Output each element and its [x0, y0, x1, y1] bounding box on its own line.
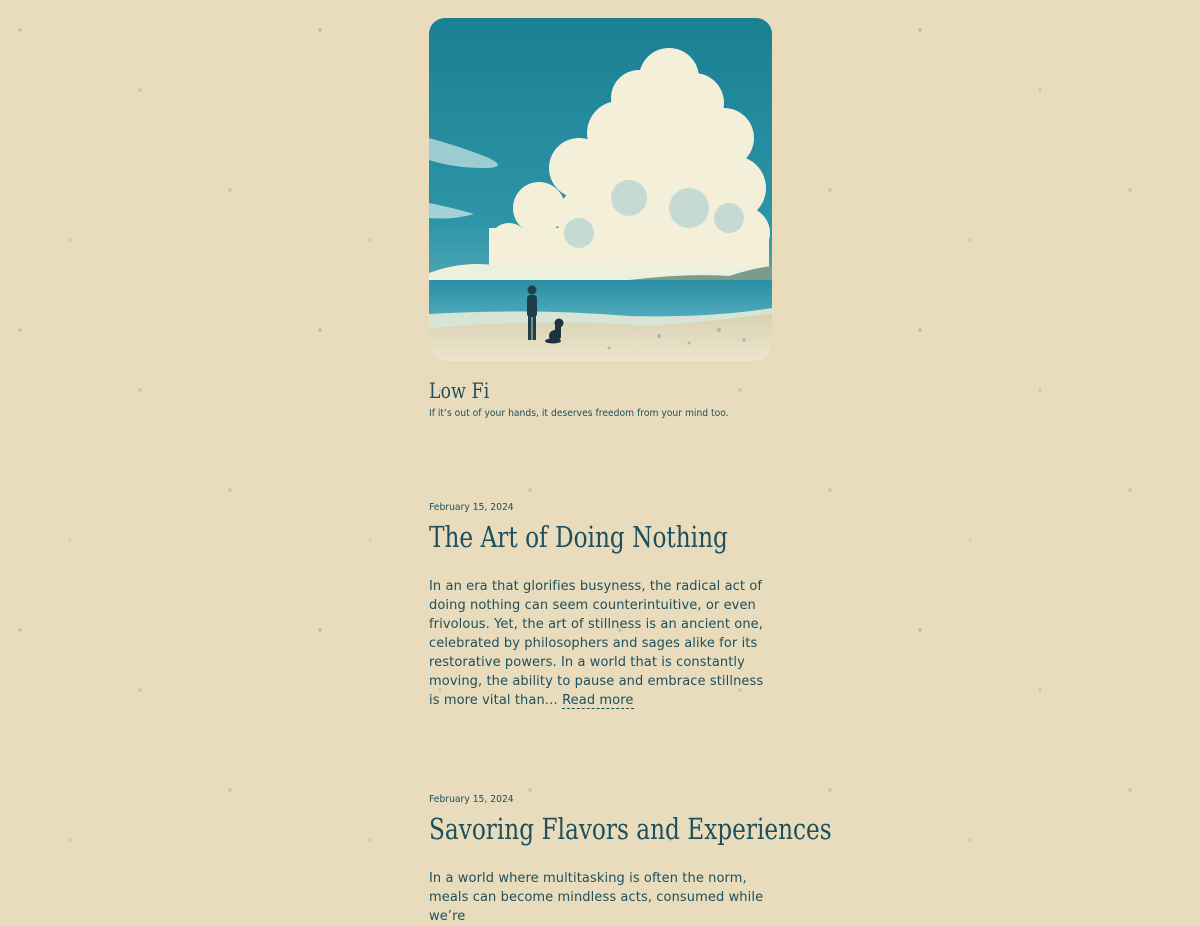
- post-title[interactable]: The Art of Doing Nothing: [429, 520, 728, 554]
- post-excerpt-text: In an era that glorifies busyness, the r…: [429, 579, 764, 708]
- post-date[interactable]: February 15, 2024: [429, 793, 745, 806]
- site-tagline: If it’s out of your hands, it deserves f…: [429, 408, 729, 419]
- post-excerpt: In an era that glorifies busyness, the r…: [429, 577, 772, 710]
- post-date[interactable]: February 15, 2024: [429, 501, 745, 514]
- post-excerpt: In a world where multitasking is often t…: [429, 869, 772, 926]
- read-more-link[interactable]: Read more: [562, 693, 634, 709]
- site-title[interactable]: Low Fi: [429, 378, 710, 404]
- post-item: February 15, 2024 Savoring Flavors and E…: [429, 710, 832, 926]
- post-item: February 15, 2024 The Art of Doing Nothi…: [429, 421, 772, 710]
- main-column: Low Fi If it’s out of your hands, it des…: [429, 18, 832, 926]
- post-title[interactable]: Savoring Flavors and Experiences: [429, 812, 832, 846]
- post-excerpt-text: In a world where multitasking is often t…: [429, 871, 764, 924]
- beach-cloud-illustration-icon[interactable]: [429, 18, 772, 361]
